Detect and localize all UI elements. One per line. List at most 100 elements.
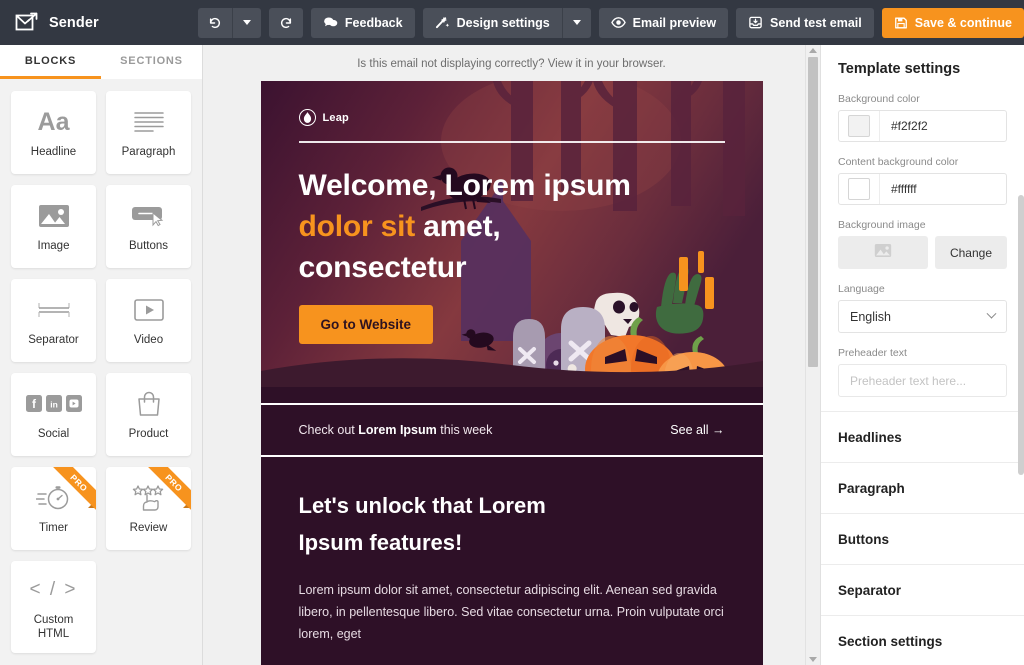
template-settings-body: Template settings Background color #f2f2…	[821, 45, 1024, 397]
content-background-color-swatch[interactable]	[848, 178, 870, 200]
block-label: Paragraph	[122, 145, 176, 159]
scroll-up-arrow-icon[interactable]	[809, 48, 817, 53]
canvas-scrollbar-thumb[interactable]	[808, 57, 818, 367]
chat-bubble-icon	[323, 15, 338, 30]
design-settings-label: Design settings	[457, 16, 550, 30]
email-canvas: Is this email not displaying correctly? …	[203, 45, 820, 665]
change-background-image-button[interactable]: Change	[935, 236, 1007, 269]
content-background-color-input[interactable]: #ffffff	[838, 173, 1007, 205]
preheader-text-input[interactable]: Preheader text here...	[838, 364, 1007, 397]
stopwatch-icon	[36, 481, 72, 515]
scroll-down-arrow-icon[interactable]	[809, 657, 817, 662]
go-to-website-button[interactable]: Go to Website	[299, 305, 434, 344]
block-custom-html[interactable]: < / > Custom HTML	[11, 561, 96, 653]
block-label: Video	[134, 333, 163, 347]
envelope-arrow-icon	[14, 10, 40, 36]
undo-icon	[208, 16, 222, 30]
email-preview-button[interactable]: Email preview	[599, 8, 728, 38]
tab-sections[interactable]: SECTIONS	[101, 45, 202, 79]
block-timer[interactable]: PRO Timer	[11, 467, 96, 550]
block-video[interactable]: Video	[106, 279, 191, 362]
canvas-scrollbar[interactable]	[805, 45, 819, 665]
redo-button[interactable]	[269, 8, 303, 38]
background-image-preview[interactable]	[838, 236, 928, 269]
separator-icon	[37, 293, 71, 327]
block-image[interactable]: Image	[11, 185, 96, 268]
email-feature-section[interactable]: Let's unlock that Lorem Ipsum features! …	[261, 457, 763, 665]
block-paragraph[interactable]: Paragraph	[106, 91, 191, 174]
shopping-bag-icon	[135, 387, 163, 421]
hero-headline-accent: dolor sit	[299, 210, 416, 243]
email-logo[interactable]: Leap	[299, 109, 725, 126]
block-label: Review	[130, 521, 168, 535]
accordion-item-section-settings[interactable]: Section settings	[821, 616, 1024, 665]
hero-headline[interactable]: Welcome, Lorem ipsum dolor sit amet, con…	[299, 165, 725, 289]
email-promo-strip[interactable]: Check out Lorem Ipsum this week See all …	[261, 403, 763, 457]
view-in-browser-note: Is this email not displaying correctly? …	[203, 45, 820, 81]
eye-icon	[611, 15, 626, 30]
block-review[interactable]: PRO Review	[106, 467, 191, 550]
feedback-button[interactable]: Feedback	[311, 8, 415, 38]
wand-icon	[435, 15, 450, 30]
feature-body-text: Lorem ipsum dolor sit amet, consectetur …	[299, 580, 725, 646]
send-test-email-button[interactable]: Send test email	[736, 8, 874, 38]
background-color-input[interactable]: #f2f2f2	[838, 110, 1007, 142]
caret-down-icon	[573, 20, 581, 25]
background-image-label: Background image	[838, 219, 1007, 231]
language-field: Language English	[838, 283, 1007, 333]
top-toolbar: Sender	[0, 0, 1024, 45]
background-color-swatch[interactable]	[848, 115, 870, 137]
design-settings-split-button: Design settings	[423, 8, 591, 38]
design-settings-dropdown-button[interactable]	[563, 8, 591, 38]
background-color-value[interactable]: #f2f2f2	[879, 110, 1006, 142]
template-settings-panel: Template settings Background color #f2f2…	[820, 45, 1024, 665]
email-template: Leap Welcome, Lorem ipsum dolor sit amet…	[261, 81, 763, 665]
content-background-color-value[interactable]: #ffffff	[879, 173, 1006, 205]
background-image-row: Change	[838, 236, 1007, 269]
block-social[interactable]: f in Social	[11, 373, 96, 456]
background-color-field: Background color #f2f2f2	[838, 93, 1007, 142]
block-label: Product	[129, 427, 169, 441]
block-headline[interactable]: Aa Headline	[11, 91, 96, 174]
sidebar-tabs: BLOCKS SECTIONS	[0, 45, 202, 79]
toolbar-actions: Feedback Design settings Email p	[198, 8, 1024, 38]
app-brand-name: Sender	[49, 15, 99, 31]
block-product[interactable]: Product	[106, 373, 191, 456]
block-label: Buttons	[129, 239, 168, 253]
stars-hand-icon	[131, 481, 167, 515]
email-logo-label: Leap	[323, 112, 349, 124]
floppy-disk-icon	[894, 16, 908, 30]
blocks-grid: Aa Headline Paragraph	[0, 79, 202, 665]
text-lines-icon	[133, 105, 165, 139]
undo-dropdown-button[interactable]	[233, 8, 261, 38]
undo-split-button	[198, 8, 261, 38]
block-buttons[interactable]: Buttons	[106, 185, 191, 268]
accordion-item-separator[interactable]: Separator	[821, 565, 1024, 616]
block-label: Image	[38, 239, 70, 253]
tab-blocks[interactable]: BLOCKS	[0, 45, 101, 79]
feature-heading-line2: Ipsum features!	[299, 530, 463, 555]
language-value: English	[850, 310, 891, 324]
save-and-continue-button[interactable]: Save & continue	[882, 8, 1024, 38]
right-panel-scrollbar-thumb[interactable]	[1018, 195, 1024, 475]
language-select[interactable]: English	[838, 300, 1007, 333]
email-hero-section[interactable]: Leap Welcome, Lorem ipsum dolor sit amet…	[261, 81, 763, 403]
see-all-link[interactable]: See all →	[670, 423, 724, 437]
app-brand: Sender	[0, 10, 198, 36]
accordion-item-paragraph[interactable]: Paragraph	[821, 463, 1024, 514]
inbox-icon	[748, 15, 763, 30]
code-icon: < / >	[29, 573, 77, 607]
right-panel-scrollbar[interactable]	[1018, 45, 1024, 665]
blocks-sidebar: BLOCKS SECTIONS Aa Headline	[0, 45, 203, 665]
hero-headline-line1: Welcome, Lorem ipsum	[299, 169, 631, 202]
hero-headline-line3: consectetur	[299, 251, 467, 284]
flame-circle-icon	[299, 109, 316, 126]
block-label: Headline	[31, 145, 76, 159]
design-settings-button[interactable]: Design settings	[423, 8, 562, 38]
block-separator[interactable]: Separator	[11, 279, 96, 362]
accordion-item-headlines[interactable]: Headlines	[821, 412, 1024, 463]
button-icon	[131, 199, 167, 233]
hero-headline-line2-rest: amet,	[415, 210, 501, 243]
undo-button[interactable]	[198, 8, 232, 38]
accordion-item-buttons[interactable]: Buttons	[821, 514, 1024, 565]
